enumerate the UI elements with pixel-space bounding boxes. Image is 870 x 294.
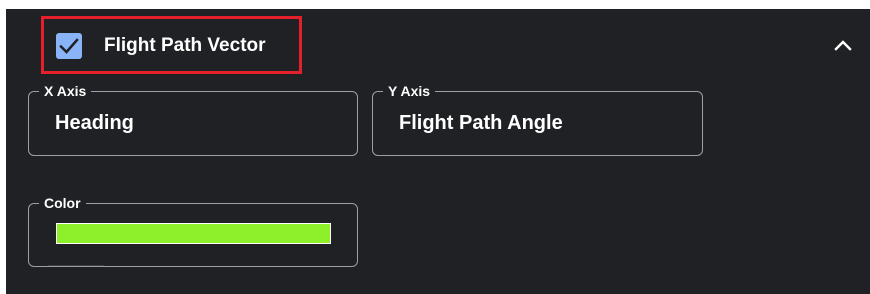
color-swatch[interactable] <box>56 223 331 244</box>
x-axis-value: Heading <box>55 112 134 134</box>
flight-path-vector-checkbox[interactable] <box>56 33 82 59</box>
section-title: Flight Path Vector <box>104 35 266 56</box>
divider <box>48 265 104 266</box>
collapse-button[interactable] <box>832 37 854 53</box>
y-axis-value: Flight Path Angle <box>399 112 563 134</box>
checkmark-icon <box>59 38 79 54</box>
chevron-up-icon <box>834 40 852 51</box>
y-axis-field[interactable]: Y Axis Flight Path Angle <box>372 83 703 156</box>
color-field[interactable]: Color <box>28 195 358 267</box>
color-label: Color <box>39 195 86 211</box>
section-header: Flight Path Vector <box>6 9 870 79</box>
y-axis-label: Y Axis <box>383 83 436 99</box>
x-axis-label: X Axis <box>39 83 92 99</box>
x-axis-field[interactable]: X Axis Heading <box>28 83 358 156</box>
flight-path-vector-panel: Flight Path Vector X Axis Heading Y Axis… <box>6 9 870 294</box>
